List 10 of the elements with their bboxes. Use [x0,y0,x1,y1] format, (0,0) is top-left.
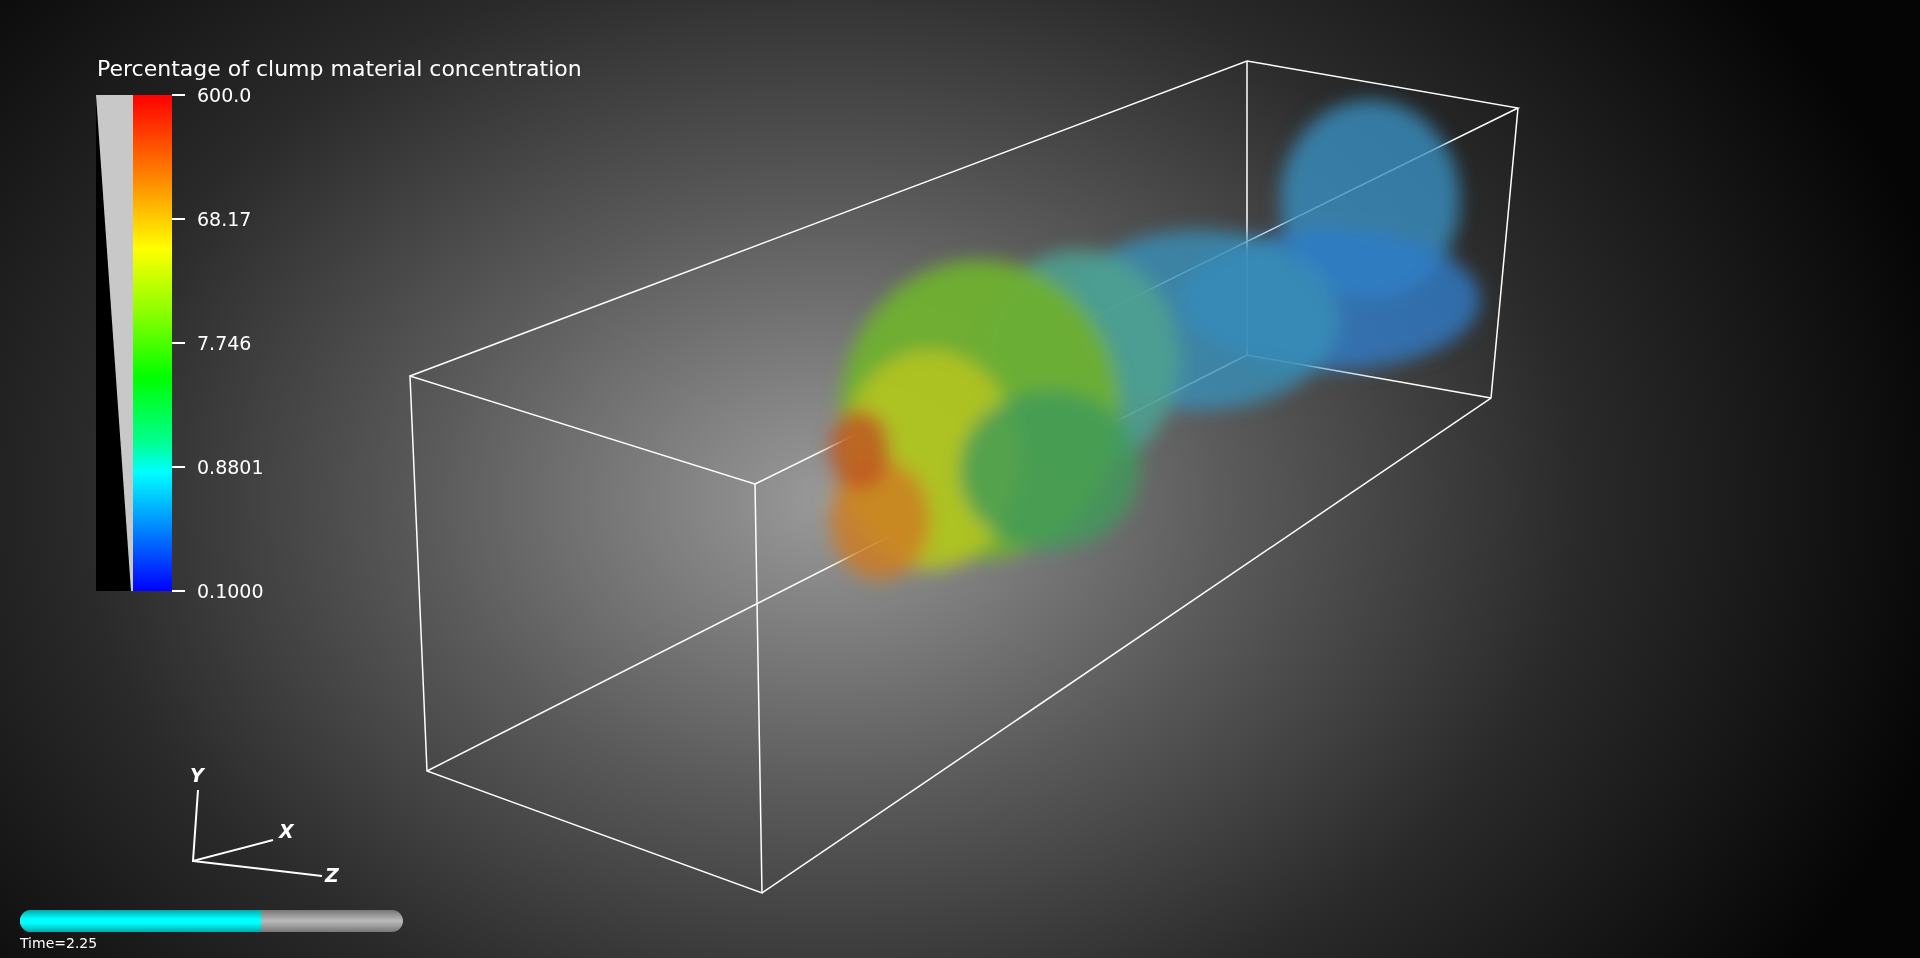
axis-label: X [279,820,294,842]
time-label: Time=2.25 [20,935,99,951]
legend-tick-label: 600.0 [197,84,252,106]
legend-tick-label: 68.17 [197,208,252,230]
axis-label: Z [325,864,339,886]
legend-tick-label: 0.8801 [197,456,264,478]
legend-tick-label: 0.1000 [197,580,264,602]
legend-tick-label: 7.746 [197,332,252,354]
axis-label: Y [190,764,204,786]
legend-title: Percentage of clump material concentration [97,56,583,81]
